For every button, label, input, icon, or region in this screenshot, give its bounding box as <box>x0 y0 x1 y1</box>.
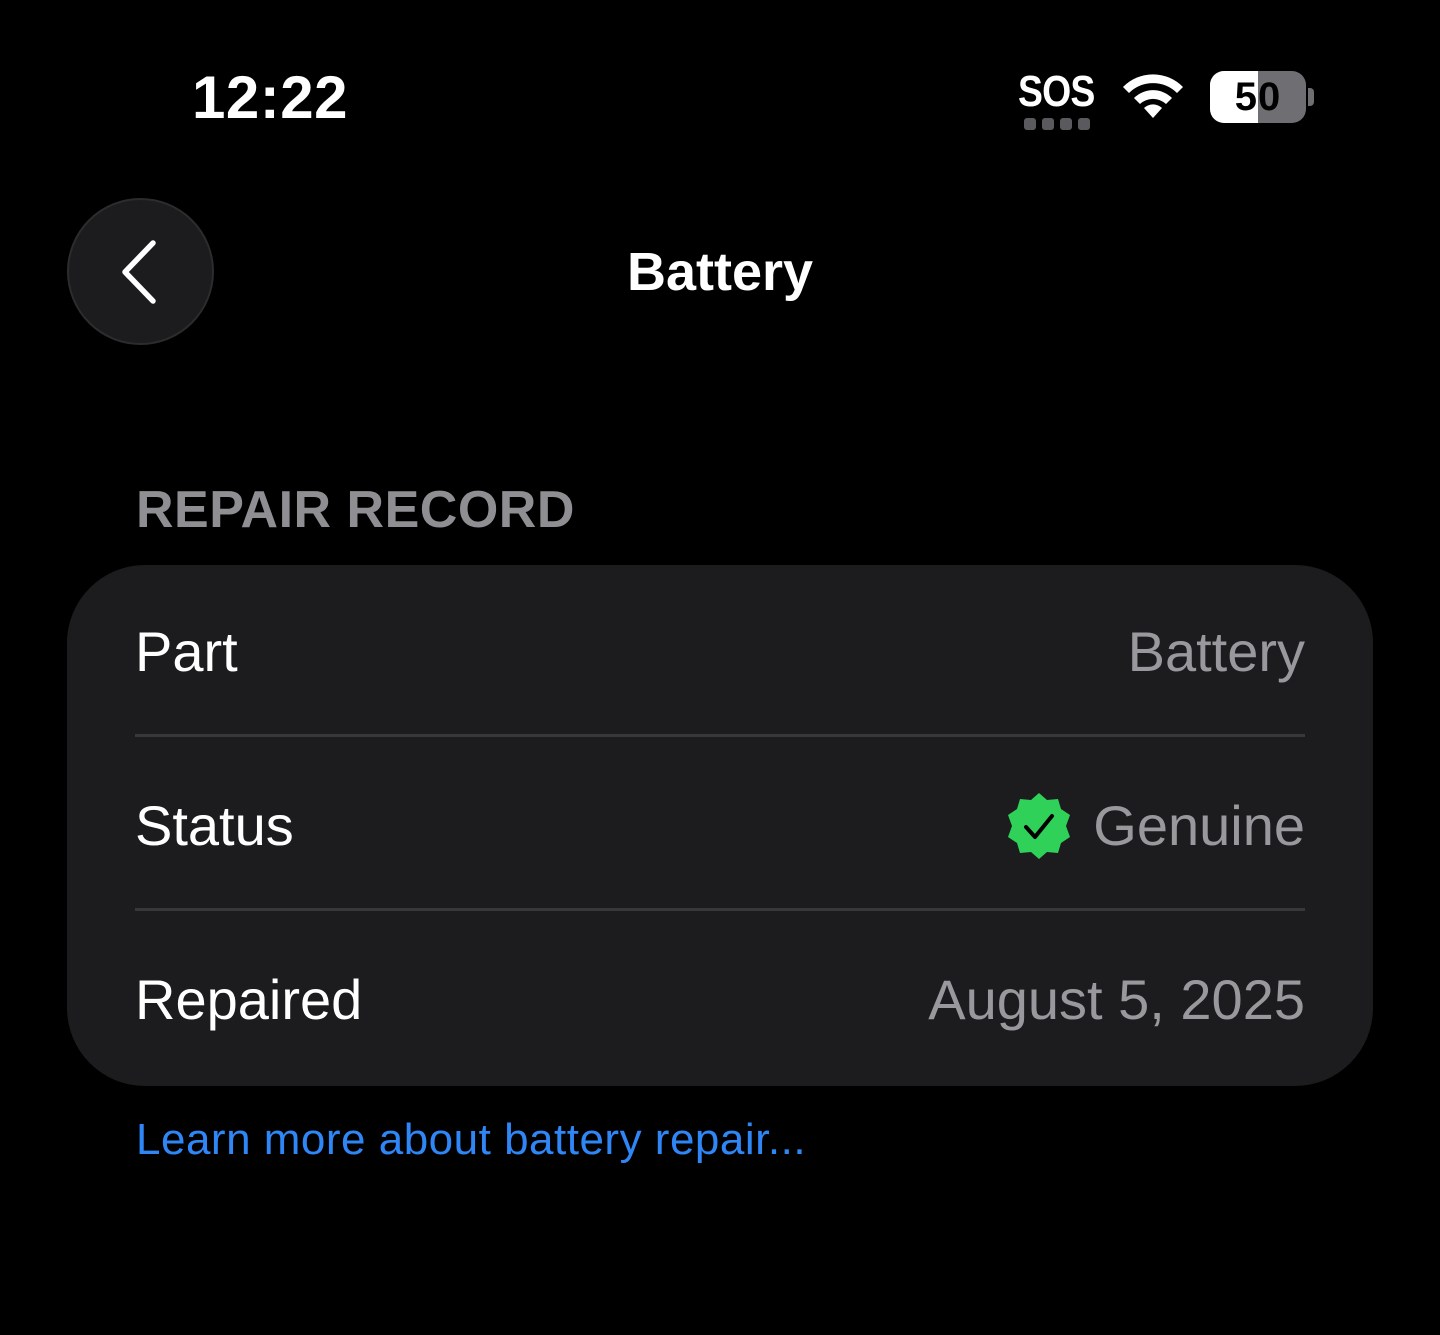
row-repaired: Repaired August 5, 2025 <box>135 913 1305 1087</box>
battery-icon: 50 <box>1210 71 1314 123</box>
row-part: Part Battery <box>135 565 1305 739</box>
section-header: REPAIR RECORD <box>136 481 575 539</box>
divider <box>135 908 1305 911</box>
page-title: Battery <box>626 242 814 302</box>
status-bar-right: SOS 50 <box>1018 66 1318 136</box>
signal-dots-icon <box>1024 118 1090 130</box>
verified-badge-icon <box>1008 793 1071 859</box>
part-value: Battery <box>1127 620 1305 683</box>
row-status: Status Genuine <box>135 739 1305 913</box>
screen: 12:22 SOS 50 Battery REPAIR RECORD Part <box>0 0 1440 1335</box>
row-value: Genuine <box>1005 792 1305 860</box>
repaired-date-value: August 5, 2025 <box>928 968 1305 1031</box>
carrier-label: SOS <box>1018 67 1095 116</box>
divider <box>135 734 1305 737</box>
row-value: August 5, 2025 <box>928 968 1305 1032</box>
status-time: 12:22 <box>192 64 348 131</box>
row-label: Status <box>135 794 294 857</box>
row-value: Battery <box>1128 620 1305 684</box>
battery-level: 50 <box>1234 75 1282 119</box>
row-label: Repaired <box>135 968 363 1031</box>
repair-record-card: Part Battery Status Genuine Repaired Aug… <box>67 565 1373 1086</box>
learn-more-link[interactable]: Learn more about battery repair... <box>136 1114 806 1166</box>
row-label: Part <box>135 620 238 683</box>
status-value: Genuine <box>1093 794 1305 857</box>
wifi-icon <box>1123 74 1183 118</box>
